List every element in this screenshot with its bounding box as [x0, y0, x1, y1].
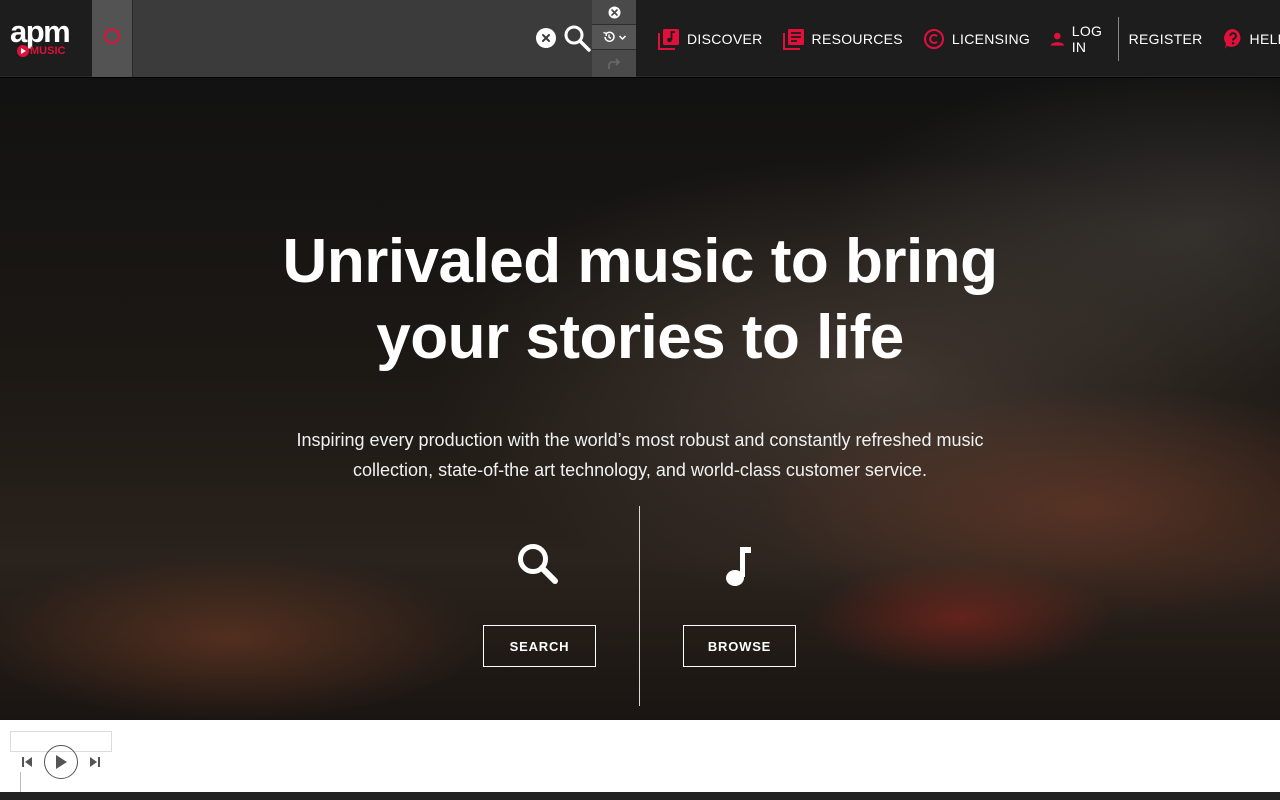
search-bar	[92, 0, 636, 77]
search-icon	[518, 544, 558, 584]
redo-button[interactable]	[592, 50, 636, 77]
nav-help-label: HELP	[1249, 30, 1280, 47]
redo-icon	[608, 57, 621, 69]
search-tools	[592, 0, 636, 77]
nav-login-label: LOG IN	[1071, 22, 1103, 55]
hero-browse-button[interactable]: BROWSE	[683, 625, 796, 667]
hero-browse-button-label: BROWSE	[707, 638, 772, 654]
nav-licensing-label: LICENSING	[951, 30, 1031, 47]
previous-track-button[interactable]	[20, 755, 34, 769]
nav-discover-label: DISCOVER	[687, 30, 763, 47]
user-icon	[1050, 32, 1065, 46]
search-input[interactable]	[134, 0, 524, 77]
play-button[interactable]	[44, 745, 78, 779]
hero-title-line-2: your stories to life	[376, 303, 904, 372]
nav-resources-label: RESOURCES	[811, 30, 903, 47]
nav-discover[interactable]: DISCOVER	[648, 17, 773, 61]
nav-licensing[interactable]: LICENSING	[913, 17, 1040, 61]
apm-music-logo[interactable]: apm MUSIC	[0, 0, 92, 77]
logo-play-icon	[17, 45, 29, 57]
audio-player	[0, 720, 1280, 792]
nav-login[interactable]: LOG IN	[1040, 17, 1118, 61]
nav-register-label: REGISTER	[1128, 30, 1203, 47]
music-note-icon	[726, 547, 751, 586]
search-submit-button[interactable]	[562, 23, 592, 53]
hero-subtitle-line-1: Inspiring every production with the worl…	[296, 430, 984, 450]
logo-subword: MUSIC	[30, 44, 66, 57]
bottom-bar	[0, 792, 1280, 800]
close-circle-icon	[542, 34, 550, 42]
close-circle-icon	[608, 6, 620, 18]
nav-help[interactable]: HELP	[1213, 17, 1280, 61]
hero-search-button-label: SEARCH	[509, 638, 570, 654]
discover-icon	[658, 28, 679, 50]
hero-title: Unrivaled music to bring your stories to…	[0, 224, 1280, 376]
copyright-icon	[923, 28, 944, 49]
skip-previous-icon	[22, 757, 32, 767]
logo-wordmark: apm	[10, 14, 71, 49]
close-search-tool-button[interactable]	[592, 0, 636, 25]
search-icon	[564, 25, 591, 52]
hero-section: Unrivaled music to bring your stories to…	[0, 78, 1280, 720]
hero-search-button[interactable]: SEARCH	[483, 625, 596, 667]
hero-subtitle-line-2: collection, state-of-the art technology,…	[353, 460, 927, 480]
search-history-button[interactable]	[592, 25, 636, 50]
hero-subtitle: Inspiring every production with the worl…	[250, 425, 1030, 485]
ring-icon	[104, 27, 120, 44]
main-nav: DISCOVER RESOURCES LICENSING LOG IN REGI…	[648, 0, 1280, 77]
nav-resources[interactable]: RESOURCES	[773, 17, 913, 61]
help-icon	[1223, 28, 1240, 49]
top-header: apm MUSIC DISCOVER RESOURCES LICENSING L…	[0, 0, 1280, 77]
hero-search-icon-link[interactable]	[515, 541, 561, 592]
hero-cta-divider	[639, 506, 640, 706]
play-icon	[56, 755, 67, 769]
resources-icon	[782, 28, 804, 50]
hero-browse-icon-link[interactable]	[722, 545, 756, 594]
history-icon	[602, 31, 615, 42]
skip-next-icon	[90, 757, 100, 767]
logo-sub: MUSIC	[17, 45, 65, 57]
search-mode-button[interactable]	[92, 0, 133, 77]
hero-title-line-1: Unrivaled music to bring	[282, 227, 998, 296]
player-progress-line	[20, 772, 21, 792]
next-track-button[interactable]	[88, 755, 102, 769]
chevron-down-icon	[618, 34, 626, 40]
nav-register[interactable]: REGISTER	[1119, 17, 1213, 61]
clear-search-button[interactable]	[536, 28, 556, 48]
